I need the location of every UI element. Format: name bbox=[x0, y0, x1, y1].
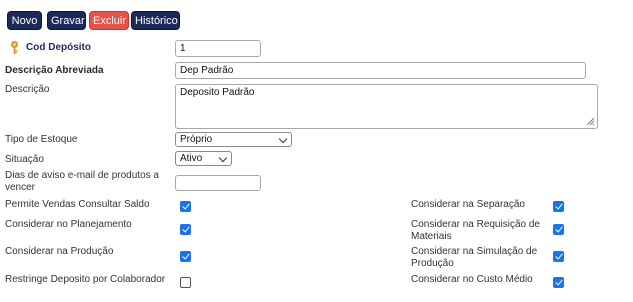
situacao-value: Ativo bbox=[180, 153, 203, 164]
descricao-text: Deposito Padrão bbox=[180, 87, 255, 98]
chevron-down-icon bbox=[278, 134, 288, 144]
descricao-abreviada-input[interactable]: Dep Padrão bbox=[175, 62, 586, 79]
chevron-down-icon bbox=[218, 153, 228, 163]
tipo-estoque-select[interactable]: Próprio bbox=[175, 132, 292, 147]
cod-deposito-input[interactable]: 1 bbox=[175, 40, 261, 57]
excluir-button[interactable]: Excluir bbox=[89, 11, 129, 30]
considerar-custo-medio-checkbox[interactable] bbox=[553, 277, 564, 288]
situacao-select[interactable]: Ativo bbox=[175, 151, 232, 166]
cod-deposito-label: Cod Depósito bbox=[26, 42, 91, 53]
checkbox-label: Considerar no Custo Médio bbox=[411, 274, 533, 285]
considerar-simulacao-checkbox[interactable] bbox=[553, 251, 564, 262]
restringe-deposito-checkbox[interactable] bbox=[180, 277, 191, 288]
descricao-label: Descrição bbox=[5, 84, 50, 95]
considerar-producao-checkbox[interactable] bbox=[180, 251, 191, 262]
considerar-requisicao-checkbox[interactable] bbox=[553, 224, 564, 235]
resize-handle-icon[interactable] bbox=[585, 116, 595, 126]
checkbox-label: Considerar na Simulação de Produção bbox=[411, 246, 538, 269]
gravar-button[interactable]: Gravar bbox=[47, 11, 86, 30]
permite-vendas-checkbox[interactable] bbox=[180, 201, 191, 212]
dias-aviso-input[interactable] bbox=[175, 175, 261, 191]
tipo-estoque-value: Próprio bbox=[180, 134, 213, 145]
considerar-planejamento-checkbox[interactable] bbox=[180, 224, 191, 235]
checkbox-label: Permite Vendas Consultar Saldo bbox=[5, 199, 150, 210]
checkbox-label: Considerar na Produção bbox=[5, 246, 114, 257]
considerar-separacao-checkbox[interactable] bbox=[553, 201, 564, 212]
checkbox-label: Considerar no Planejamento bbox=[5, 219, 132, 230]
checkbox-label: Considerar na Separação bbox=[411, 199, 525, 210]
historico-button[interactable]: Histórico bbox=[131, 11, 180, 30]
situacao-label: Situação bbox=[5, 154, 44, 165]
tipo-estoque-label: Tipo de Estoque bbox=[5, 134, 78, 145]
checkbox-label: Considerar na Requisição de Materiais bbox=[411, 219, 540, 242]
dias-aviso-label: Dias de aviso e-mail de produtos a vence… bbox=[5, 170, 159, 193]
descricao-abreviada-label: Descrição Abreviada bbox=[5, 65, 104, 76]
key-icon bbox=[10, 41, 19, 55]
checkbox-label: Restringe Deposito por Colaborador bbox=[5, 274, 166, 285]
novo-button[interactable]: Novo bbox=[7, 11, 42, 30]
descricao-textarea[interactable]: Deposito Padrão bbox=[175, 84, 598, 129]
